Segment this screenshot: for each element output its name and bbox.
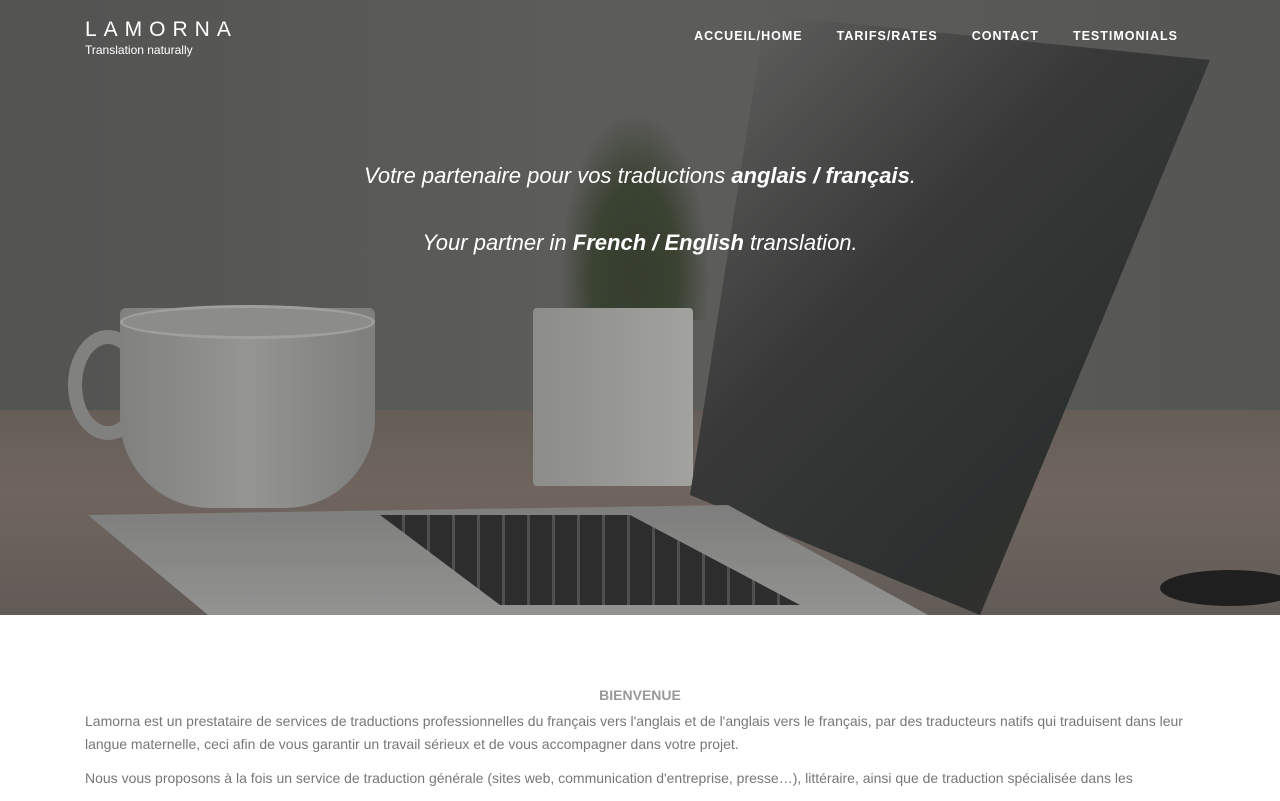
site-header: LAMORNA Translation naturally ACCUEIL/HO… [0,0,1280,70]
welcome-paragraph: Nous vous proposons à la fois un service… [85,770,1133,786]
logo-name: LAMORNA [85,18,238,41]
welcome-paragraph: Lamorna est un prestataire de services d… [85,713,1183,752]
hero-banner: LAMORNA Translation naturally ACCUEIL/HO… [0,0,1280,615]
tagline-bold: French / English [572,230,744,255]
nav-rates[interactable]: TARIFS/RATES [837,29,938,43]
logo-tagline: Translation naturally [85,43,193,57]
hero-tagline-fr: Votre partenaire pour vos traductions an… [0,163,1280,189]
logo[interactable]: LAMORNA Translation naturally [85,18,238,57]
tagline-text: Votre partenaire pour vos traductions [364,163,732,188]
tagline-text: translation. [743,230,858,255]
nav-contact[interactable]: CONTACT [972,29,1039,43]
main-nav: ACCUEIL/HOME TARIFS/RATES CONTACT TESTIM… [694,29,1178,43]
welcome-heading: BIENVENUE [599,687,681,703]
tagline-text: . [909,163,916,188]
nav-testimonials[interactable]: TESTIMONIALS [1073,29,1178,43]
tagline-bold: anglais / français [731,163,910,188]
hero-tagline-en: Your partner in French / English transla… [0,230,1280,256]
nav-home[interactable]: ACCUEIL/HOME [694,29,803,43]
welcome-section: BIENVENUE Lamorna est un prestataire de … [85,684,1195,801]
hero-overlay [0,0,1280,615]
tagline-text: Your partner in [422,230,573,255]
